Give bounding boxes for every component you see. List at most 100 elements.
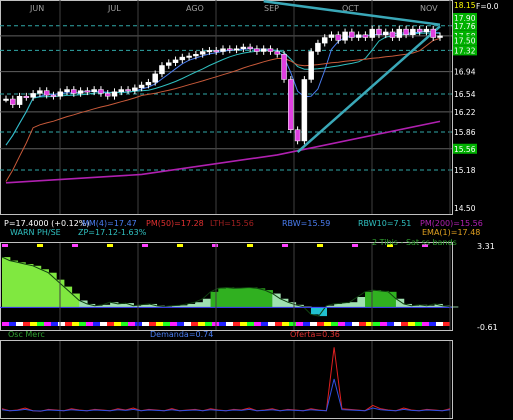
signal-strip — [296, 322, 303, 326]
candle-body — [335, 34, 342, 41]
candle-body — [437, 35, 443, 38]
oscillator-bar — [241, 287, 250, 308]
mm-indicator: MM(4)=17.47 — [82, 219, 137, 228]
candle-body — [281, 54, 287, 80]
month-label: SEP — [264, 4, 279, 13]
signal-strip — [65, 322, 72, 326]
candle-body — [389, 31, 396, 38]
candle-body — [260, 48, 267, 52]
candle-body — [186, 55, 192, 58]
signal-strip — [331, 322, 338, 326]
candle-body — [57, 91, 63, 97]
signal-strip — [198, 322, 205, 326]
candle-body — [3, 98, 9, 101]
price-axis-label: 16.22 — [454, 108, 476, 117]
volume-label-demand: Demanda=0.74 — [150, 330, 213, 339]
pm50-indicator: PM(50)=17.28 — [146, 219, 204, 228]
oscillator-bar — [48, 272, 57, 308]
signal-strip — [156, 322, 163, 326]
price-axis-label: F=0.0 — [476, 2, 499, 11]
candle-body — [369, 28, 375, 38]
candle-body — [84, 90, 91, 93]
signal-strip — [219, 322, 226, 326]
candle-body — [416, 28, 423, 33]
candle-body — [125, 89, 131, 92]
ema-indicator: EMA(1)=17.48 — [422, 228, 480, 237]
signal-strip — [23, 322, 30, 326]
oscillator-bar — [388, 291, 397, 308]
signal-strip — [9, 322, 16, 326]
signal-strip — [184, 322, 191, 326]
candle-body — [152, 73, 158, 83]
price-indicator: P=17.4000 (+0.12%) — [4, 219, 90, 228]
signal-strip — [170, 322, 177, 326]
signal-marker — [212, 244, 218, 247]
candle-body — [159, 65, 165, 75]
price-axis-label: 15.56 — [454, 145, 476, 154]
signal-strip — [345, 322, 352, 326]
signal-strip — [247, 322, 254, 326]
signal-marker — [247, 244, 253, 247]
signal-marker — [72, 244, 78, 247]
oscillator-bar — [341, 303, 351, 308]
signal-strip — [226, 322, 233, 326]
signal-strip — [163, 322, 170, 326]
oscillator-bar — [32, 265, 42, 308]
stock-chart: 18.15F=0.017.9017.7817.7617.5817.5017.32… — [0, 0, 499, 419]
price-axis-label: 17.76 — [454, 22, 476, 31]
oscillator-bar — [40, 269, 49, 308]
month-label: JUL — [107, 4, 121, 13]
candle-body — [206, 50, 213, 53]
signal-strip — [37, 322, 44, 326]
signal-strip — [436, 322, 443, 326]
price-axis-label: 14.50 — [454, 204, 476, 213]
candle-body — [98, 89, 104, 94]
osc-axis-bottom: -0.61 — [477, 323, 498, 332]
price-axis-label: 15.18 — [454, 166, 476, 175]
volume-panel — [0, 340, 453, 419]
signal-strip — [240, 322, 247, 326]
signal-strip — [352, 322, 359, 326]
volume-label-osc: Osc Merc — [8, 330, 45, 339]
oscillator-bar — [202, 298, 212, 308]
candle-body — [383, 31, 389, 35]
oscillator-bar — [17, 262, 26, 308]
signal-strip — [422, 322, 429, 326]
oscillator-bar — [117, 303, 127, 308]
candle-body — [23, 95, 30, 98]
signal-strip — [373, 322, 380, 326]
signal-marker — [177, 244, 183, 247]
candle-body — [294, 129, 301, 142]
month-label: OCT — [342, 4, 359, 13]
candle-body — [328, 34, 335, 38]
candle-body — [179, 56, 186, 61]
rbw-indicator: RBW=15.59 — [282, 219, 330, 228]
signal-strip — [30, 322, 37, 326]
signal-strip — [86, 322, 93, 326]
oscillator-panel — [0, 242, 453, 331]
month-label: AGO — [186, 4, 204, 13]
oscillator-bar — [226, 287, 235, 308]
signal-strip — [324, 322, 331, 326]
oscillator-bar — [310, 307, 320, 315]
oscillator-bar — [256, 288, 266, 308]
signal-strip — [100, 322, 107, 326]
signal-strip — [191, 322, 198, 326]
price-axis-label: 16.94 — [454, 68, 476, 77]
candle-body — [403, 28, 409, 35]
signal-strip — [72, 322, 79, 326]
candle-body — [37, 90, 43, 94]
signal-marker — [352, 244, 358, 247]
oscillator-bar — [195, 302, 204, 308]
candle-body — [396, 28, 403, 38]
price-axis: 18.15F=0.017.9017.7817.7617.5817.5017.32… — [453, 1, 499, 213]
signal-strip — [44, 322, 51, 326]
signal-strip — [303, 322, 310, 326]
signal-marker — [37, 244, 43, 247]
signal-strip — [254, 322, 261, 326]
oscillator-bar — [349, 302, 358, 308]
signal-strip — [2, 322, 9, 326]
candle-body — [50, 94, 57, 97]
signal-strip — [51, 322, 58, 326]
signal-strip — [338, 322, 345, 326]
